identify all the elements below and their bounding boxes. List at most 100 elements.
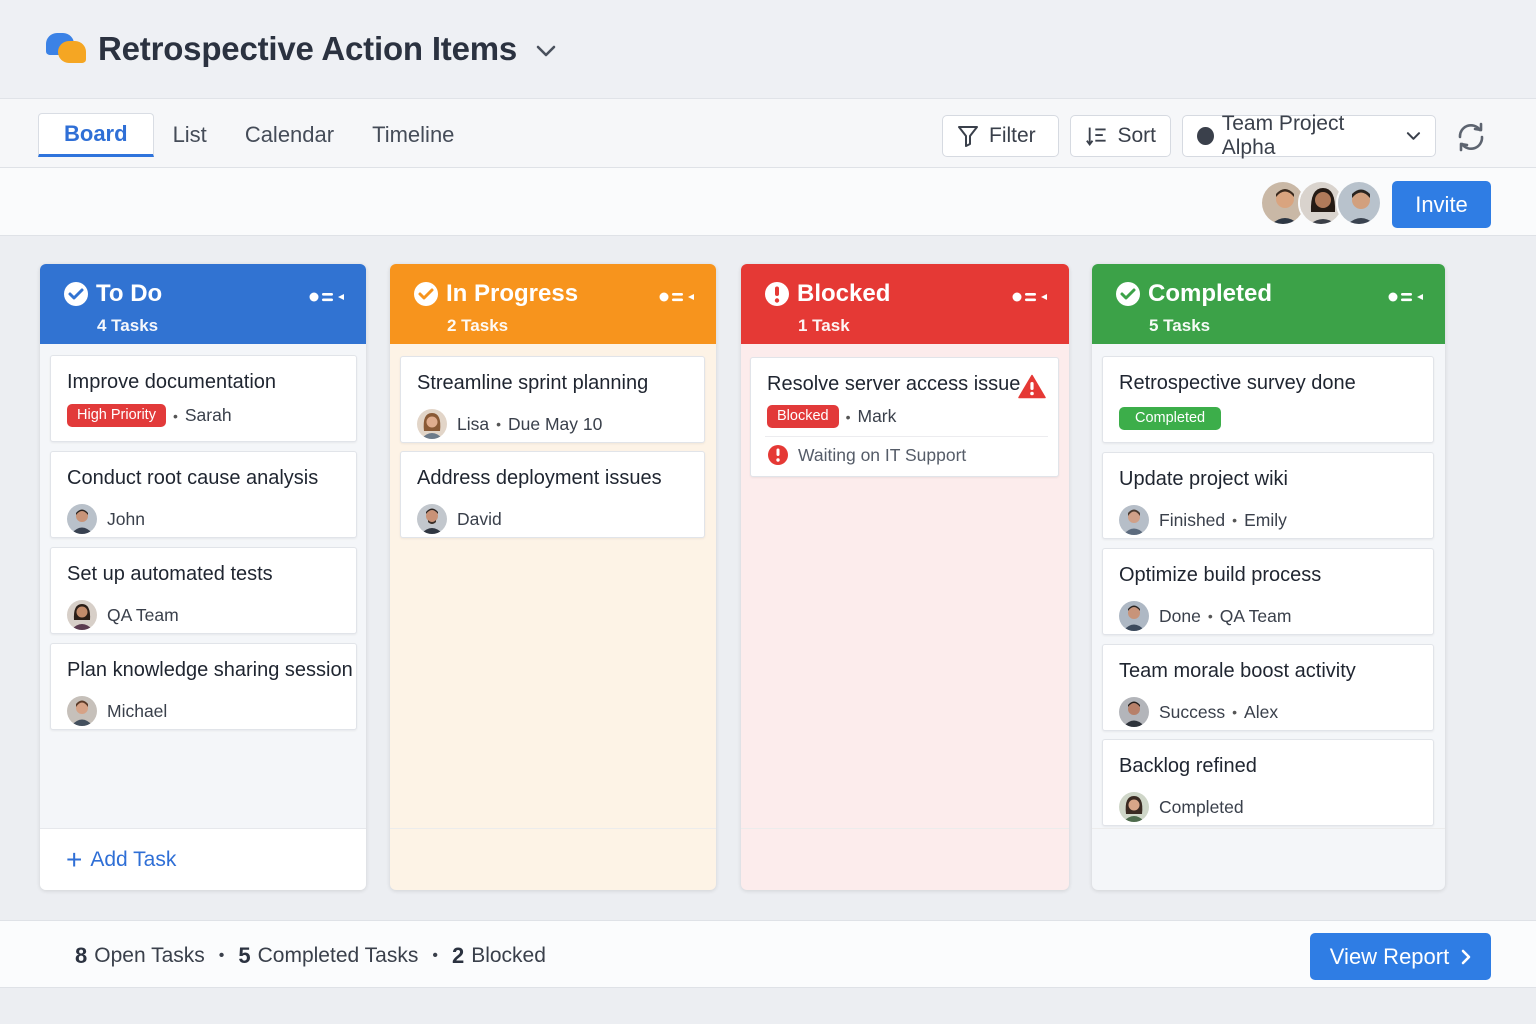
filter-icon [958,126,978,147]
filter-button[interactable]: Filter [942,115,1059,157]
column-footer [741,828,1069,890]
member-avatars[interactable] [1260,180,1382,226]
sort-button[interactable]: Sort [1070,115,1171,157]
task-meta: Blocked • Mark [767,405,896,428]
open-label: Open Tasks [94,944,205,967]
task-status: Success [1159,701,1226,722]
status-badge: Completed [1119,407,1222,430]
tab-board[interactable]: Board [38,113,154,157]
blocked-label: Blocked [471,944,546,967]
tab-calendar[interactable]: Calendar [226,113,353,157]
task-status: Done [1159,605,1201,626]
refresh-icon[interactable] [1454,120,1488,154]
column-todo: To Do 4 Tasks Improve documentation High… [40,264,366,890]
task-card[interactable]: Address deployment issues David [400,451,705,538]
divider [765,436,1048,437]
column-body: Improve documentation High Priority • Sa… [40,344,366,890]
column-blocked: Blocked 1 Task Resolve server access iss… [741,264,1069,890]
open-count: 8 [75,943,88,968]
blocked-count: 2 [451,943,465,968]
blocker-text: Waiting on IT Support [798,444,967,465]
tab-list[interactable]: List [154,113,226,157]
task-card[interactable]: Backlog refined Completed [1102,739,1434,826]
column-menu-icon[interactable] [1387,290,1427,304]
summary-footer: 8 Open Tasks • 5 Completed Tasks • 2 Blo… [0,920,1536,988]
column-title: Blocked [797,280,891,307]
add-task-button[interactable]: + Add Task [40,828,366,890]
task-card[interactable]: Plan knowledge sharing session Michael [50,643,357,730]
task-card[interactable]: Improve documentation High Priority • Sa… [50,355,357,442]
tab-timeline[interactable]: Timeline [353,113,473,157]
task-card[interactable]: Optimize build process Done • QA Team [1102,548,1434,635]
task-card[interactable]: Update project wiki Finished • Emily [1102,452,1434,539]
assignee-name: Sarah [184,405,232,425]
task-title: Conduct root cause analysis [67,467,319,489]
avatar [67,504,97,534]
check-circle-icon [1116,282,1140,306]
alert-circle-icon [765,282,789,306]
filter-label: Filter [989,124,1036,147]
avatar [417,409,447,439]
column-menu-icon[interactable] [1011,290,1051,304]
board-title[interactable]: Retrospective Action Items [98,30,517,68]
column-title: In Progress [446,280,579,307]
chevron-down-icon[interactable] [535,44,557,58]
column-header: In Progress 2 Tasks [390,264,716,344]
task-card[interactable]: Conduct root cause analysis John [50,451,357,538]
avatar [417,504,447,534]
assignee-name: Emily [1244,509,1287,530]
avatar [1119,792,1149,822]
column-menu-icon[interactable] [308,290,348,304]
task-status: Completed [1159,796,1244,817]
column-footer [390,828,716,890]
project-select[interactable]: Team Project Alpha [1182,112,1436,159]
column-header: Completed 5 Tasks [1092,264,1445,344]
task-title: Optimize build process [1119,564,1322,586]
column-count: 2 Tasks [447,316,509,335]
project-label: Team Project Alpha [1221,112,1345,159]
task-meta: Success • Alex [1119,697,1278,727]
check-circle-icon [414,282,438,306]
task-title: Set up automated tests [67,563,273,585]
task-meta: John [67,504,145,534]
task-title: Address deployment issues [417,467,662,489]
title-bar: Retrospective Action Items [0,0,1536,98]
column-in-progress: In Progress 2 Tasks Streamline sprint pl… [390,264,716,890]
task-title: Team morale boost activity [1119,660,1356,682]
task-meta: Completed [1119,792,1244,822]
task-title: Resolve server access issue [767,373,1021,395]
avatar [1119,697,1149,727]
assignee-name: John [107,508,145,529]
priority-badge: High Priority [67,404,166,427]
status-badge: Blocked [767,405,839,428]
invite-button[interactable]: Invite [1392,181,1491,228]
task-card[interactable]: Streamline sprint planning Lisa • Due Ma… [400,356,705,443]
task-meta: Michael [67,696,167,726]
task-card[interactable]: Set up automated tests QA Team [50,547,357,634]
chevron-down-icon [1406,132,1421,140]
task-title: Backlog refined [1119,755,1257,777]
alert-circle-icon [768,445,788,465]
avatar[interactable] [1336,180,1382,226]
task-title: Update project wiki [1119,468,1288,490]
check-circle-icon [64,282,88,306]
column-menu-icon[interactable] [658,290,698,304]
add-task-label: Add Task [90,847,177,871]
avatar [67,600,97,630]
chevron-right-icon [1461,949,1471,964]
column-body: Resolve server access issue Blocked • Ma… [741,344,1069,890]
column-count: 1 Task [798,316,850,335]
task-card[interactable]: Resolve server access issue Blocked • Ma… [750,357,1059,477]
avatar [1119,505,1149,535]
assignee-name: QA Team [1219,605,1292,626]
task-meta: High Priority • Sarah [67,404,232,427]
task-card[interactable]: Team morale boost activity Success • Ale… [1102,644,1434,731]
column-body: Retrospective survey done Completed Upda… [1092,344,1445,890]
task-meta: David [417,504,502,534]
column-header: Blocked 1 Task [741,264,1069,344]
task-card[interactable]: Retrospective survey done Completed [1102,356,1434,443]
sort-icon [1086,127,1106,146]
view-report-button[interactable]: View Report [1310,933,1491,980]
column-count: 5 Tasks [1149,316,1211,335]
assignee-name: Michael [107,700,168,721]
